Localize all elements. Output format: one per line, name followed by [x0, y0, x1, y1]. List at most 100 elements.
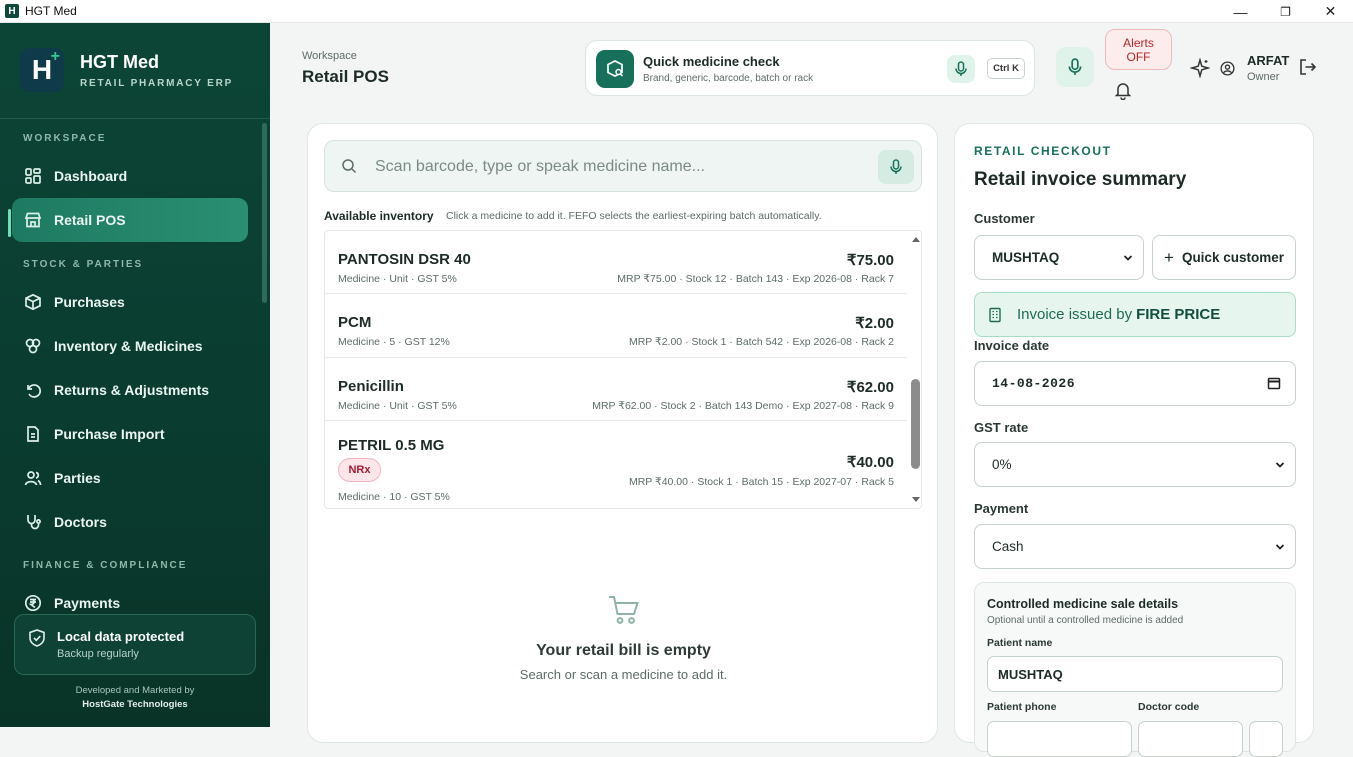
controlled-title: Controlled medicine sale details: [987, 597, 1179, 611]
data-protection-card: Local data protected Backup regularly: [14, 614, 256, 675]
sidebar: H + HGT Med RETAIL PHARMACY ERP WORKSPAC…: [0, 23, 270, 727]
inventory-label: Available inventory: [324, 209, 434, 223]
sidebar-item-label: Inventory & Medicines: [54, 338, 203, 354]
rupee-icon: [24, 594, 42, 612]
sidebar-item-label: Returns & Adjustments: [54, 382, 210, 398]
users-icon: [24, 469, 42, 487]
patient-name-label: Patient name: [987, 637, 1053, 649]
maximize-button[interactable]: ❐: [1263, 0, 1308, 23]
sidebar-item-retail-pos[interactable]: Retail POS: [12, 198, 248, 242]
medicine-meta: Medicine · 10 · GST 5%: [338, 491, 450, 503]
voice-button[interactable]: [1056, 47, 1094, 87]
doctor-lookup-button[interactable]: [1249, 721, 1283, 757]
shield-check-icon: [29, 629, 45, 647]
medicine-meta: Medicine · Unit · GST 5%: [338, 273, 457, 285]
shortcut-badge: Ctrl K: [987, 58, 1025, 79]
sidebar-item-label: Dashboard: [54, 168, 128, 184]
medicine-detail: MRP ₹62.00 · Stock 2 · Batch 143 Demo · …: [592, 400, 894, 412]
medicine-price: ₹62.00: [846, 379, 894, 396]
pos-panel: Available inventory Click a medicine to …: [307, 123, 938, 743]
medicine-detail: MRP ₹40.00 · Stock 1 · Batch 15 · Exp 20…: [628, 476, 894, 488]
box-icon: [24, 293, 42, 311]
empty-bill-subtitle: Search or scan a medicine to add it.: [519, 667, 728, 682]
bell-icon[interactable]: [1113, 80, 1133, 100]
quick-check-subtitle: Brand, generic, barcode, batch or rack: [643, 73, 814, 84]
brand-logo: H +: [20, 48, 64, 92]
sidebar-item-inventory[interactable]: Inventory & Medicines: [12, 324, 248, 368]
active-indicator: [8, 209, 11, 237]
customer-label: Customer: [974, 211, 1035, 226]
customer-select[interactable]: MUSHTAQ: [974, 235, 1144, 280]
section-stock-parties: STOCK & PARTIES: [23, 259, 144, 270]
brand-subtitle: RETAIL PHARMACY ERP: [80, 77, 234, 89]
search-mic-button[interactable]: [878, 150, 914, 184]
checkout-title: Retail invoice summary: [974, 169, 1187, 190]
nrx-badge: NRx: [338, 458, 381, 482]
list-item[interactable]: PANTOSIN DSR 40 Medicine · Unit · GST 5%…: [325, 231, 907, 294]
import-icon: [24, 425, 42, 443]
inventory-scrollbar[interactable]: [908, 231, 921, 508]
scroll-up-arrow[interactable]: [912, 237, 920, 242]
brand: H + HGT Med RETAIL PHARMACY ERP: [20, 48, 233, 92]
close-button[interactable]: ✕: [1308, 0, 1353, 23]
list-item[interactable]: PCM Medicine · 5 · GST 12% ₹2.00 MRP ₹2.…: [325, 294, 907, 358]
user-icon[interactable]: [1220, 61, 1235, 76]
microphone-icon: [1068, 58, 1082, 75]
sidebar-scrollbar[interactable]: [262, 123, 267, 303]
pills-icon: [24, 337, 42, 355]
sidebar-item-purchases[interactable]: Purchases: [12, 280, 248, 324]
controlled-subtitle: Optional until a controlled medicine is …: [987, 615, 1184, 626]
empty-bill-title: Your retail bill is empty: [536, 642, 711, 659]
logo-letter: H: [31, 54, 53, 85]
sidebar-item-label: Payments: [54, 595, 121, 611]
gst-rate-select[interactable]: 0%: [974, 442, 1296, 487]
list-item[interactable]: Penicillin Medicine · Unit · GST 5% ₹62.…: [325, 358, 907, 421]
minimize-button[interactable]: —: [1218, 0, 1263, 23]
doctor-code-input[interactable]: [1138, 721, 1243, 757]
medicine-detail: MRP ₹2.00 · Stock 1 · Batch 542 · Exp 20…: [628, 336, 894, 348]
calendar-icon[interactable]: [1267, 376, 1281, 390]
gst-rate-value: 0%: [992, 457, 1012, 472]
sidebar-item-label: Retail POS: [54, 212, 126, 228]
medicine-price: ₹2.00: [855, 315, 894, 332]
sidebar-item-parties[interactable]: Parties: [12, 456, 248, 500]
scroll-down-arrow[interactable]: [912, 497, 920, 502]
sidebar-item-returns[interactable]: Returns & Adjustments: [12, 368, 248, 412]
sidebar-item-purchase-import[interactable]: Purchase Import: [12, 412, 248, 456]
medicine-meta: Medicine · 5 · GST 12%: [338, 336, 450, 348]
payment-label: Payment: [974, 501, 1029, 516]
inventory-hint: Click a medicine to add it. FEFO selects…: [446, 210, 822, 222]
medicine-name: PETRIL 0.5 MG: [338, 437, 445, 454]
quick-customer-button[interactable]: + Quick customer: [1152, 235, 1296, 280]
search-icon: [342, 159, 357, 174]
checkout-panel: RETAIL CHECKOUT Retail invoice summary C…: [954, 123, 1314, 757]
medicine-price: ₹75.00: [846, 252, 894, 269]
patient-phone-input[interactable]: [987, 721, 1132, 757]
medicine-name: Penicillin: [338, 378, 404, 395]
medicine-price: ₹40.00: [846, 454, 894, 471]
alerts-state: OFF: [1126, 50, 1151, 64]
microphone-icon: [890, 159, 902, 174]
list-item[interactable]: PETRIL 0.5 MG NRx Medicine · 10 · GST 5%…: [325, 421, 907, 508]
scroll-thumb[interactable]: [911, 379, 920, 469]
inventory-list: PANTOSIN DSR 40 Medicine · Unit · GST 5%…: [324, 230, 922, 509]
plus-icon: +: [1164, 247, 1174, 267]
quick-check-mic-button[interactable]: [947, 55, 975, 83]
medicine-search[interactable]: [324, 140, 922, 192]
search-input[interactable]: [375, 151, 855, 183]
sidebar-item-dashboard[interactable]: Dashboard: [12, 154, 248, 198]
quick-check-title: Quick medicine check: [643, 54, 780, 69]
sidebar-item-label: Doctors: [54, 514, 107, 530]
sparkle-icon[interactable]: [1190, 58, 1210, 78]
patient-name-input[interactable]: MUSHTAQ: [987, 656, 1283, 692]
invoice-date-input[interactable]: 14-08-2026: [974, 361, 1296, 406]
user-role: Owner: [1247, 71, 1280, 83]
logout-icon[interactable]: [1298, 57, 1318, 77]
quick-medicine-check[interactable]: Quick medicine check Brand, generic, bar…: [585, 40, 1035, 96]
alerts-toggle[interactable]: Alerts OFF: [1105, 29, 1172, 70]
issued-by: FIRE PRICE: [1136, 306, 1221, 323]
issued-prefix: Invoice issued by: [1017, 306, 1133, 323]
medicine-name: PANTOSIN DSR 40: [338, 251, 471, 268]
payment-select[interactable]: Cash: [974, 524, 1296, 569]
sidebar-item-doctors[interactable]: Doctors: [12, 500, 248, 544]
